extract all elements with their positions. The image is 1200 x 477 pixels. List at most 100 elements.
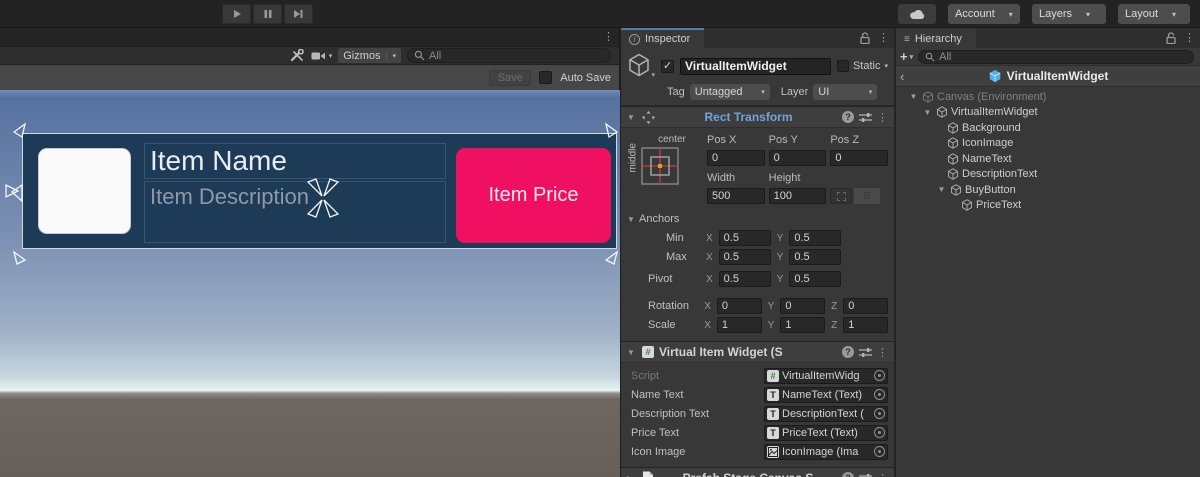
inspector-menu-icon[interactable]: ⋮ — [878, 31, 889, 44]
gameobject-name-field[interactable]: VirtualItemWidget — [680, 58, 831, 75]
foldout-arrow-icon[interactable]: ▼ — [627, 348, 637, 357]
object-picker-icon[interactable] — [874, 427, 885, 438]
component-menu-icon[interactable]: ⋮ — [877, 472, 888, 477]
anchors-min-x-field[interactable]: 0.5 — [719, 230, 771, 246]
name-text-object-field[interactable]: T NameText (Text) — [764, 387, 888, 403]
tree-item-pricetext[interactable]: PriceText — [896, 198, 1200, 214]
active-checkbox[interactable]: ✓ — [661, 60, 674, 73]
foldout-arrow-icon[interactable]: ▼ — [627, 113, 637, 122]
tree-item-virtualitemwidget[interactable]: ▼ VirtualItemWidget — [896, 105, 1200, 121]
auto-save-checkbox[interactable] — [539, 71, 552, 84]
blueprint-mode-button[interactable] — [830, 188, 852, 204]
widget-buy-button[interactable]: Item Price — [456, 148, 611, 243]
object-picker-icon[interactable] — [874, 370, 885, 381]
description-text-object-field[interactable]: T DescriptionText ( — [764, 406, 888, 422]
width-field[interactable]: 500 — [707, 188, 765, 204]
gizmos-dropdown[interactable]: Gizmos ▾ — [338, 48, 401, 63]
scene-panel: ⋮ ▾ Gizmos ▾ — [0, 28, 620, 477]
anchors-max-y-field[interactable]: 0.5 — [789, 249, 841, 265]
scene-view-toolbar: ▾ Gizmos ▾ All — [0, 46, 619, 65]
pause-button[interactable] — [253, 4, 282, 24]
component-menu-icon[interactable]: ⋮ — [877, 111, 888, 124]
chevron-down-icon[interactable]: ▾ — [884, 62, 888, 70]
anchors-max-x-field[interactable]: 0.5 — [719, 249, 771, 265]
gameobject-cube-icon — [961, 199, 973, 211]
x-axis-label: X — [706, 274, 713, 285]
hierarchy-tab-bar: ≡ Hierarchy ⋮ — [896, 28, 1200, 48]
anchor-preset-icon[interactable] — [639, 145, 681, 187]
prefab-stage-canvas-header[interactable]: ▶ Prefab Stage Canvas S ? ⋮ — [621, 467, 894, 477]
pos-z-field[interactable]: 0 — [830, 150, 888, 166]
pivot-y-field[interactable]: 0.5 — [789, 271, 841, 287]
rotation-y-field[interactable]: 0 — [780, 298, 825, 314]
create-object-button[interactable]: + ▾ — [900, 49, 913, 64]
tree-item-descriptiontext[interactable]: DescriptionText — [896, 167, 1200, 183]
presets-icon[interactable] — [859, 347, 872, 358]
cloud-services-button[interactable] — [898, 4, 936, 24]
lock-icon[interactable] — [859, 32, 870, 44]
rect-transform-header[interactable]: ▼ Rect Transform ? ⋮ — [621, 106, 894, 128]
scene-menu-icon[interactable]: ⋮ — [603, 30, 614, 43]
help-icon[interactable]: ? — [842, 472, 854, 477]
help-icon[interactable]: ? — [842, 346, 854, 358]
presets-icon[interactable] — [859, 112, 872, 123]
widget-description-text[interactable]: Item Description — [144, 181, 446, 243]
tree-item-canvas[interactable]: ▼ Canvas (Environment) — [896, 89, 1200, 105]
presets-icon[interactable] — [859, 473, 872, 477]
anchors-min-y-field[interactable]: 0.5 — [789, 230, 841, 246]
scene-tools-button[interactable] — [290, 49, 305, 62]
pivot-x-field[interactable]: 0.5 — [719, 271, 771, 287]
account-dropdown[interactable]: Account ▾ — [948, 4, 1020, 24]
tree-item-buybutton[interactable]: ▼ BuyButton — [896, 182, 1200, 198]
tree-item-nametext[interactable]: NameText — [896, 151, 1200, 167]
static-checkbox[interactable] — [837, 60, 849, 72]
foldout-arrow-icon[interactable]: ▼ — [908, 92, 919, 101]
foldout-arrow-icon[interactable]: ▼ — [922, 108, 933, 117]
script-object-field[interactable]: # VirtualItemWidg — [764, 368, 888, 384]
tree-item-background[interactable]: Background — [896, 120, 1200, 136]
play-button[interactable] — [222, 4, 251, 24]
scale-x-field[interactable]: 1 — [717, 317, 762, 333]
scale-y-field[interactable]: 1 — [780, 317, 825, 333]
object-picker-icon[interactable] — [874, 446, 885, 457]
layout-dropdown[interactable]: Layout ▾ — [1118, 4, 1190, 24]
widget-name-text[interactable]: Item Name — [144, 143, 446, 179]
tab-hierarchy[interactable]: ≡ Hierarchy — [896, 28, 976, 48]
step-button[interactable] — [284, 4, 313, 24]
raw-edit-button[interactable]: R — [854, 188, 880, 204]
pos-x-field[interactable]: 0 — [707, 150, 765, 166]
scene-search-input[interactable]: All — [407, 48, 611, 63]
price-text-object-field[interactable]: T PriceText (Text) — [764, 425, 888, 441]
gameobject-cube-icon — [922, 91, 934, 103]
hierarchy-search-input[interactable]: All — [918, 50, 1194, 64]
tab-inspector[interactable]: i Inspector — [621, 28, 704, 48]
scene-camera-button[interactable]: ▾ — [311, 51, 333, 61]
prefab-back-button[interactable]: ‹ — [900, 66, 904, 87]
widget-icon-image[interactable] — [38, 148, 131, 234]
component-menu-icon[interactable]: ⋮ — [877, 346, 888, 359]
save-button[interactable]: Save — [489, 70, 531, 86]
layers-dropdown[interactable]: Layers ▾ — [1032, 4, 1106, 24]
rotation-x-field[interactable]: 0 — [717, 298, 762, 314]
virtual-item-widget-preview[interactable]: Item Name Item Description Item Price — [22, 133, 617, 249]
layer-dropdown[interactable]: UI ▾ — [813, 84, 877, 100]
hierarchy-menu-icon[interactable]: ⋮ — [1184, 31, 1195, 44]
scale-z-field[interactable]: 1 — [843, 317, 888, 333]
foldout-arrow-icon[interactable]: ▶ — [627, 474, 637, 477]
tag-dropdown[interactable]: Untagged ▾ — [690, 84, 770, 100]
height-field[interactable]: 100 — [769, 188, 827, 204]
foldout-arrow-icon[interactable]: ▼ — [936, 185, 947, 194]
object-picker-icon[interactable] — [874, 389, 885, 400]
object-picker-icon[interactable] — [874, 408, 885, 419]
lock-icon[interactable] — [1165, 32, 1176, 44]
help-icon[interactable]: ? — [842, 111, 854, 123]
gameobject-cube-area[interactable]: ▾ — [627, 53, 655, 79]
pos-y-field[interactable]: 0 — [769, 150, 827, 166]
anchors-foldout[interactable]: ▼ Anchors — [627, 211, 888, 227]
virtual-item-widget-header[interactable]: ▼ # Virtual Item Widget (S ? ⋮ — [621, 341, 894, 363]
icon-image-object-field[interactable]: IconImage (Ima — [764, 444, 888, 460]
chevron-down-icon: ▾ — [869, 88, 873, 96]
rotation-z-field[interactable]: 0 — [843, 298, 888, 314]
scene-viewport[interactable]: Item Name Item Description Item Price — [0, 90, 620, 477]
tree-item-iconimage[interactable]: IconImage — [896, 136, 1200, 152]
